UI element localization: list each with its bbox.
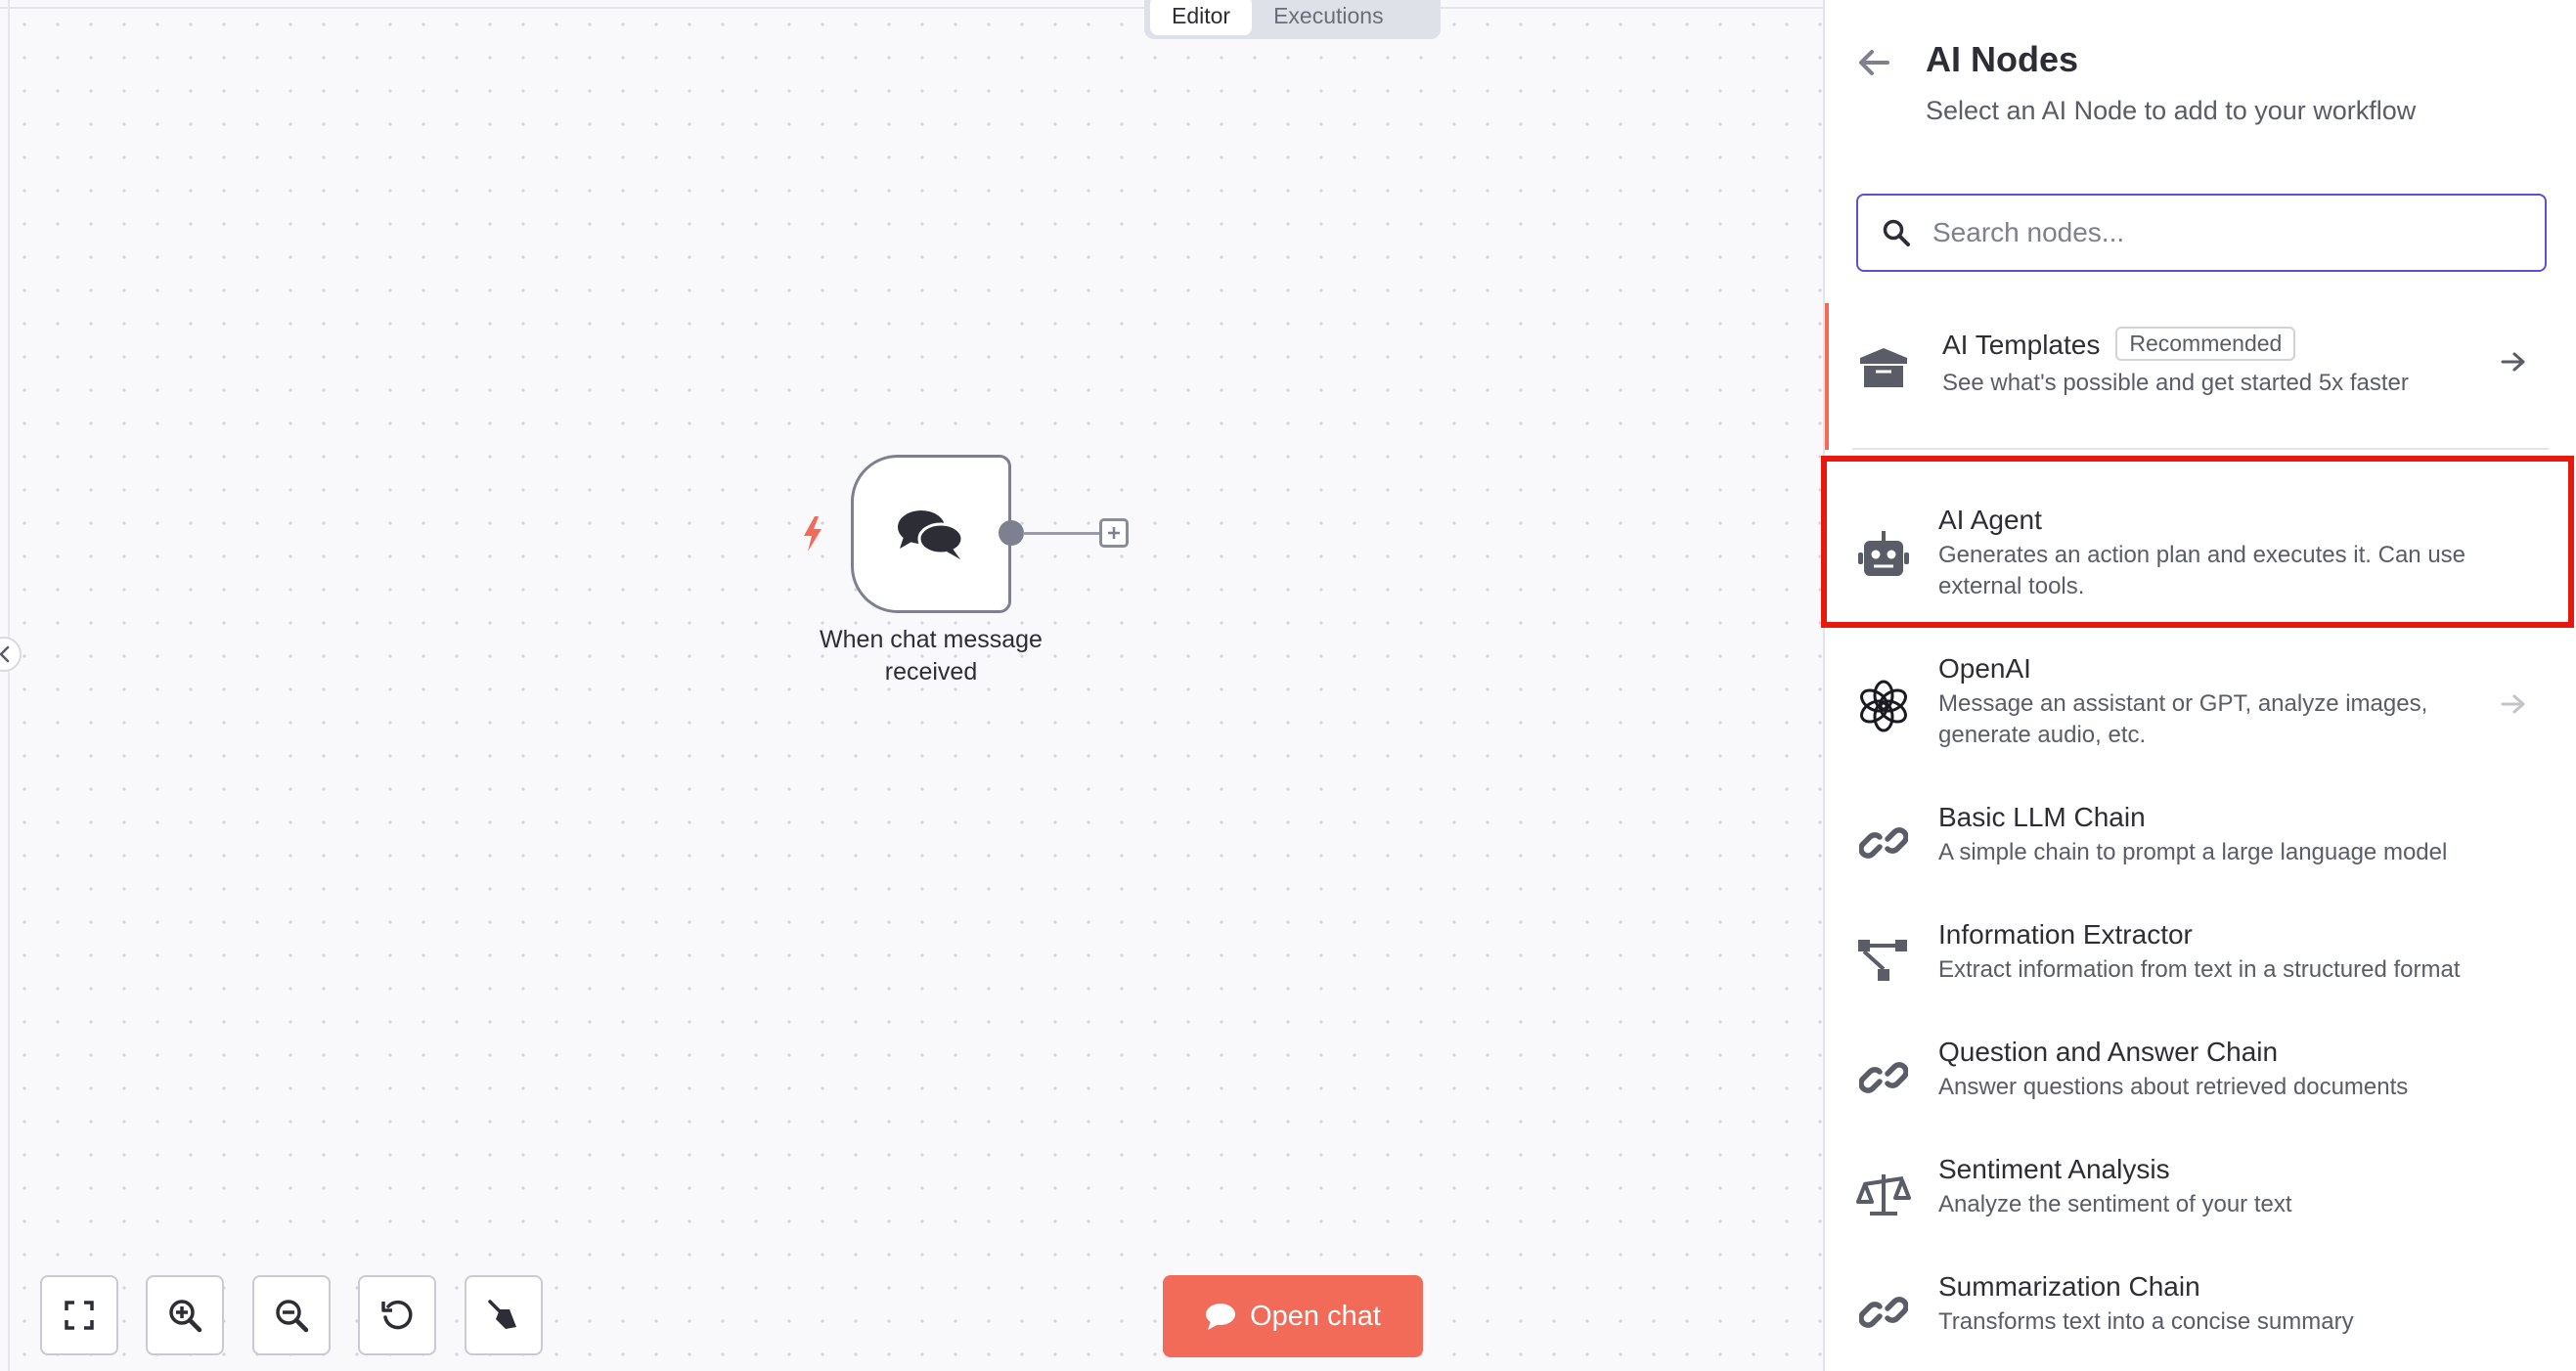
canvas-left-border: [8, 0, 10, 1371]
item-title: OpenAI: [1938, 653, 2031, 684]
item-title: Sentiment Analysis: [1938, 1154, 2170, 1184]
back-arrow-icon[interactable]: [1856, 47, 1891, 78]
fit-view-icon: [65, 1301, 94, 1330]
reset-zoom-icon: [381, 1300, 413, 1330]
chevron-left-icon: [0, 645, 10, 663]
search-input[interactable]: [1931, 216, 2521, 249]
arrow-right-icon: [2501, 694, 2525, 714]
fit-view-button[interactable]: [40, 1275, 118, 1355]
item-title: Basic LLM Chain: [1938, 802, 2146, 832]
panel-subtitle: Select an AI Node to add to your workflo…: [1926, 96, 2417, 125]
workflow-canvas[interactable]: Editor Executions When chat message rece…: [0, 0, 2242, 1371]
tidy-up-icon: [488, 1300, 516, 1329]
divider: [1852, 448, 2549, 450]
list-item-openai[interactable]: OpenAI Message an assistant or GPT, anal…: [1825, 647, 2576, 765]
plus-icon: [1108, 527, 1120, 539]
link-icon: [1854, 814, 1913, 872]
reset-zoom-button[interactable]: [358, 1275, 436, 1355]
zoom-out-button[interactable]: [252, 1275, 331, 1355]
zoom-in-icon: [169, 1300, 202, 1333]
zoom-in-button[interactable]: [146, 1275, 224, 1355]
node-creator-panel: AI Nodes Select an AI Node to add to you…: [1821, 0, 2576, 1371]
list-item-question-answer-chain[interactable]: Question and Answer Chain Answer questio…: [1825, 1031, 2576, 1119]
view-tabs: Editor Executions: [1144, 0, 1441, 39]
lightning-bolt-icon: [804, 516, 822, 552]
node-label: When chat message received: [820, 626, 1043, 686]
tidy-up-button[interactable]: [465, 1275, 543, 1355]
box-icon: [1854, 338, 1913, 397]
openai-icon: [1854, 677, 1913, 735]
chat-bubble-icon: [1206, 1304, 1236, 1330]
item-description: Analyze the sentiment of your text: [1938, 1191, 2292, 1217]
arrow-right-icon: [2501, 352, 2525, 372]
item-description: A simple chain to prompt a large languag…: [1938, 839, 2448, 865]
search-icon: [1883, 219, 1910, 246]
canvas-top-border: [0, 7, 1823, 9]
item-title: Question and Answer Chain: [1938, 1037, 2279, 1067]
node-connector-line: [1023, 532, 1099, 535]
list-item-information-extractor[interactable]: Information Extractor Extract informatio…: [1825, 913, 2576, 1001]
open-chat-button[interactable]: Open chat: [1163, 1275, 1423, 1357]
chat-trigger-node[interactable]: [851, 455, 1011, 613]
expand-sidebar-button[interactable]: [0, 637, 22, 672]
highlight-annotation: [1821, 456, 2574, 628]
ai-templates-item[interactable]: AI Templates Recommended See what's possi…: [1825, 303, 2576, 450]
list-item-sentiment-analysis[interactable]: Sentiment Analysis Analyze the sentiment…: [1825, 1148, 2576, 1236]
item-description: Answer questions about retrieved documen…: [1938, 1074, 2409, 1100]
item-description: Extract information from text in a struc…: [1938, 956, 2461, 983]
open-chat-label: Open chat: [1250, 1300, 1381, 1332]
item-title: Summarization Chain: [1938, 1271, 2200, 1302]
item-title: Information Extractor: [1938, 919, 2193, 950]
templates-title: AI Templates: [1942, 330, 2101, 360]
tab-editor[interactable]: Editor: [1150, 0, 1253, 35]
list-item-basic-llm-chain[interactable]: Basic LLM Chain A simple chain to prompt…: [1825, 796, 2576, 884]
zoom-out-icon: [276, 1300, 309, 1333]
node-output-handle[interactable]: [999, 520, 1024, 546]
scale-icon: [1854, 1166, 1913, 1224]
search-box[interactable]: [1856, 194, 2547, 272]
item-description: Transforms text into a concise summary: [1938, 1308, 2354, 1335]
tab-executions[interactable]: Executions: [1252, 0, 1405, 35]
chat-bubbles-icon: [898, 510, 964, 559]
templates-description: See what's possible and get started 5x f…: [1942, 370, 2409, 396]
recommended-badge: Recommended: [2115, 327, 2296, 361]
link-icon: [1854, 1048, 1913, 1107]
link-icon: [1854, 1283, 1913, 1342]
templates-title-row: AI Templates Recommended: [1942, 327, 2296, 361]
list-item-summarization-chain[interactable]: Summarization Chain Transforms text into…: [1825, 1265, 2576, 1353]
add-node-button[interactable]: [1099, 518, 1129, 548]
tree-icon: [1854, 931, 1913, 990]
panel-title: AI Nodes: [1926, 39, 2079, 79]
item-description: Message an assistant or GPT, analyze ima…: [1938, 690, 2428, 748]
